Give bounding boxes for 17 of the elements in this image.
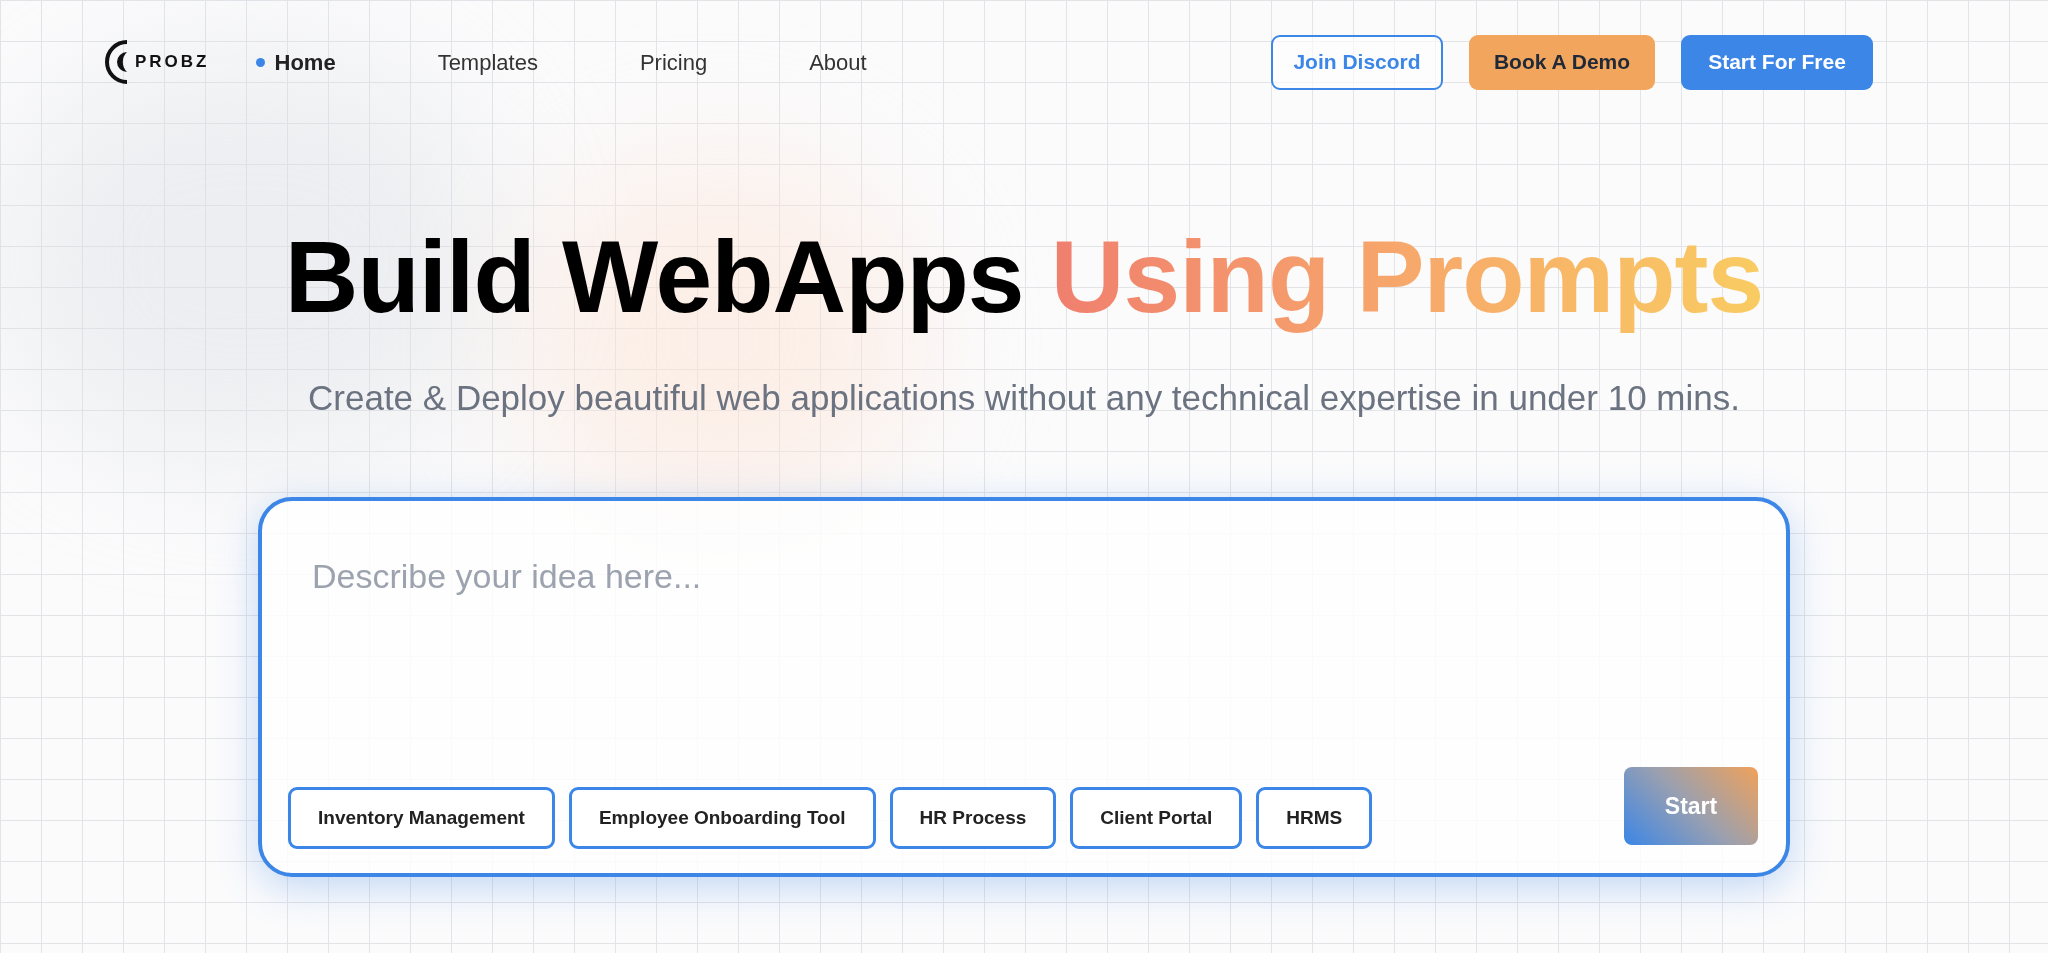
logo-icon (105, 39, 129, 85)
discord-button[interactable]: Join Discord (1271, 34, 1443, 90)
suggestion-chip[interactable]: HR Process (889, 786, 1057, 849)
logo-text: PROBZ (135, 51, 210, 74)
start-free-button[interactable]: Start For Free (1681, 34, 1873, 90)
demo-button[interactable]: Book A Demo (1469, 34, 1655, 90)
suggestion-chip[interactable]: Inventory Management (288, 786, 555, 849)
nav-link[interactable]: Pricing (639, 45, 708, 79)
suggestion-chip[interactable]: HRMS (1256, 786, 1373, 849)
prompt-field[interactable]: Describe your idea here... Inventory Management Employee Onboarding Tool HR Process Client Portal HRMS Start (258, 496, 1790, 877)
nav-link[interactable]: About (809, 45, 867, 79)
nav-link[interactable]: Templates (437, 45, 538, 79)
suggestion-chip[interactable]: Employee Onboarding Tool (568, 786, 876, 849)
headline: Build WebApps Using Prompts (284, 219, 1764, 336)
nav-link[interactable]: Home (255, 45, 336, 79)
suggestion-chip[interactable]: Client Portal (1070, 786, 1243, 849)
subtitle: Create & Deploy beautiful web applications without any technical expertise in under 10 mins. (308, 377, 1740, 420)
